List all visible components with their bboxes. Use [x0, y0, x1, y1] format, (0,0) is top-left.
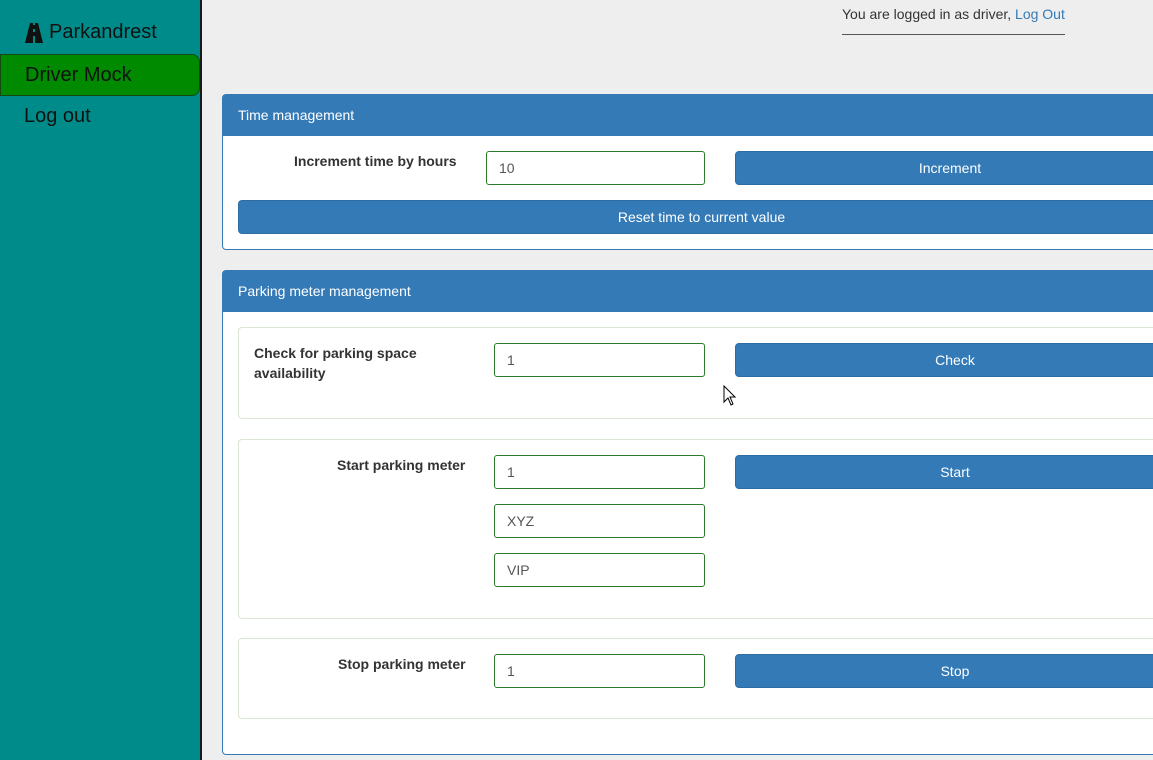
reset-time-button[interactable]: Reset time to current value	[238, 200, 1153, 234]
road-icon	[25, 22, 43, 43]
increment-button[interactable]: Increment	[735, 151, 1153, 185]
parking-meter-title: Parking meter management	[223, 271, 1153, 312]
start-button[interactable]: Start	[735, 455, 1153, 489]
check-section: Check for parking space availability Che…	[238, 327, 1153, 419]
plate-input[interactable]	[494, 504, 705, 538]
stop-space-input[interactable]	[494, 654, 705, 688]
login-status: You are logged in as driver, Log Out	[842, 6, 1065, 35]
stop-button[interactable]: Stop	[735, 654, 1153, 688]
mouse-cursor-icon	[723, 385, 737, 406]
sidebar: Parkandrest Driver Mock Log out	[0, 0, 202, 760]
brand-name: Parkandrest	[49, 21, 157, 43]
increment-label: Increment time by hours	[294, 153, 457, 169]
time-management-panel: Time management Increment time by hours …	[222, 94, 1153, 250]
check-label: Check for parking space availability	[254, 345, 417, 381]
sidebar-item-log-out[interactable]: Log out	[0, 95, 200, 137]
stop-label: Stop parking meter	[338, 656, 466, 672]
time-management-title: Time management	[223, 95, 1153, 136]
check-button[interactable]: Check	[735, 343, 1153, 377]
start-space-input[interactable]	[494, 455, 705, 489]
start-label: Start parking meter	[337, 457, 466, 473]
start-section: Start parking meter Start	[238, 439, 1153, 619]
parking-meter-panel: Parking meter management Check for parki…	[222, 270, 1153, 755]
brand[interactable]: Parkandrest	[23, 21, 157, 44]
login-text: You are logged in as driver,	[842, 6, 1012, 22]
check-space-input[interactable]	[494, 343, 705, 377]
increment-hours-input[interactable]	[486, 151, 705, 185]
logout-link[interactable]: Log Out	[1015, 6, 1065, 22]
sidebar-item-driver-mock[interactable]: Driver Mock	[0, 54, 200, 96]
driver-type-input[interactable]	[494, 553, 705, 587]
stop-section: Stop parking meter Stop	[238, 638, 1153, 719]
